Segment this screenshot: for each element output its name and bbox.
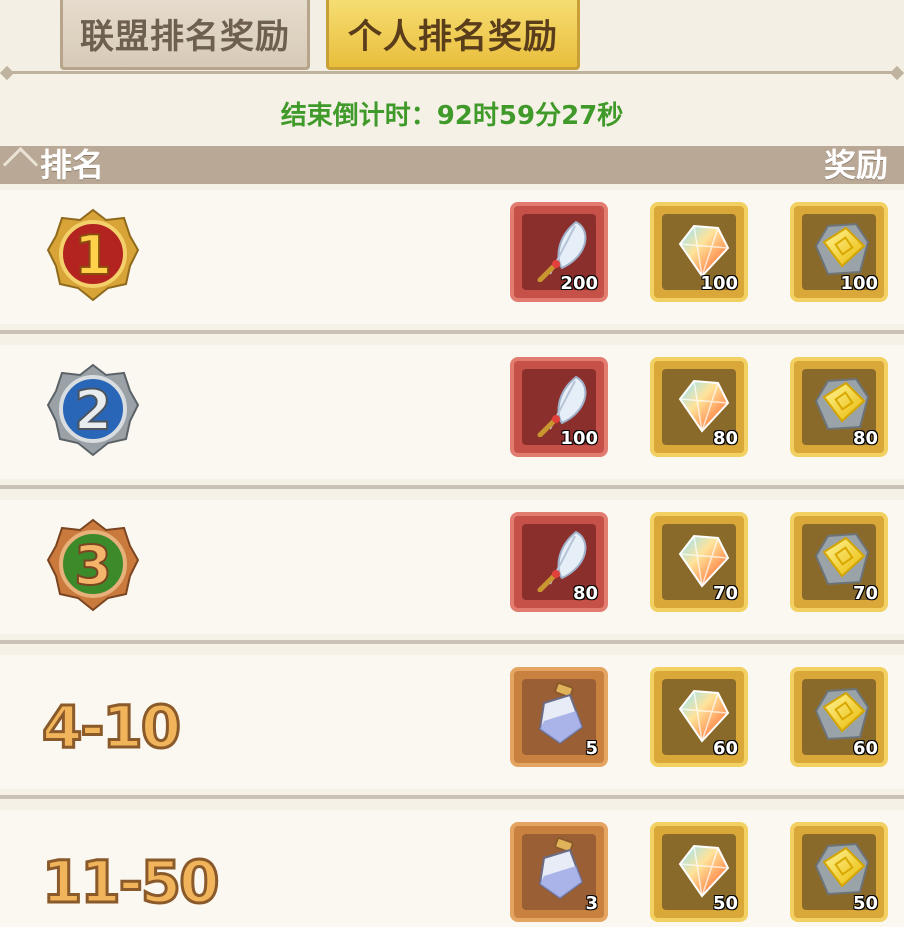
table-header: 排名 奖励 (0, 146, 904, 184)
rank-range-label: 11-50 (41, 847, 221, 918)
header-reward-label: 奖励 (823, 146, 888, 184)
reward-slot[interactable]: 60 (790, 667, 888, 767)
reward-slot[interactable]: 70 (650, 512, 748, 612)
reward-slot[interactable]: 100 (510, 357, 608, 457)
tab-divider (0, 65, 904, 81)
row-divider (0, 330, 904, 334)
countdown-timer: 结束倒计时：92时59分27秒 (280, 101, 624, 131)
rank-row-1: 1 200 100 100 (0, 190, 904, 334)
reward-quantity: 3 (585, 893, 598, 914)
reward-slot[interactable]: 100 (790, 202, 888, 302)
reward-slot[interactable]: 80 (790, 357, 888, 457)
reward-quantity: 5 (585, 738, 598, 759)
potion-bottle-icon (539, 836, 583, 899)
reward-quantity: 50 (852, 893, 878, 914)
rank-number: 1 (74, 224, 112, 287)
reward-slot[interactable]: 60 (650, 667, 748, 767)
reward-quantity: 70 (852, 583, 878, 604)
rank-row-4-10: 4-10 5 60 60 (0, 655, 904, 799)
reward-quantity: 60 (852, 738, 878, 759)
reward-quantity: 80 (852, 428, 878, 449)
reward-slot[interactable]: 50 (650, 822, 748, 922)
rank-row-11-50: 11-50 3 50 50 (0, 810, 904, 927)
reward-quantity: 100 (840, 273, 878, 294)
reward-quantity: 50 (712, 893, 738, 914)
reward-slot[interactable]: 100 (650, 202, 748, 302)
reward-quantity: 70 (712, 583, 738, 604)
reward-slot[interactable]: 50 (790, 822, 888, 922)
rank-row-2: 2 100 80 80 (0, 345, 904, 489)
rank-number: 3 (74, 534, 112, 597)
tab-bar: 联盟排名奖励 个人排名奖励 (0, 0, 904, 72)
tab-personal-ranking-rewards[interactable]: 个人排名奖励 (326, 0, 580, 70)
header-rank-label: 排名 (40, 146, 105, 184)
potion-bottle-icon (539, 681, 583, 744)
tab-alliance-ranking-rewards[interactable]: 联盟排名奖励 (60, 0, 310, 70)
header-ornament-left (2, 146, 39, 183)
reward-quantity: 100 (700, 273, 738, 294)
reward-slot[interactable]: 80 (510, 512, 608, 612)
reward-slot[interactable]: 200 (510, 202, 608, 302)
reward-quantity: 60 (712, 738, 738, 759)
rank-number: 2 (74, 379, 112, 442)
reward-slot[interactable]: 3 (510, 822, 608, 922)
reward-quantity: 100 (560, 428, 598, 449)
reward-slot[interactable]: 5 (510, 667, 608, 767)
gold-medal-icon: 1 (46, 208, 140, 302)
reward-slot[interactable]: 80 (650, 357, 748, 457)
reward-slot[interactable]: 70 (790, 512, 888, 612)
row-divider (0, 485, 904, 489)
row-divider (0, 640, 904, 644)
reward-quantity: 80 (572, 583, 598, 604)
rank-range-label: 4-10 (40, 692, 182, 763)
rank-row-3: 3 80 70 70 (0, 500, 904, 644)
reward-quantity: 80 (712, 428, 738, 449)
silver-medal-icon: 2 (46, 363, 140, 457)
bronze-medal-icon: 3 (46, 518, 140, 612)
reward-quantity: 200 (560, 273, 598, 294)
row-divider (0, 795, 904, 799)
